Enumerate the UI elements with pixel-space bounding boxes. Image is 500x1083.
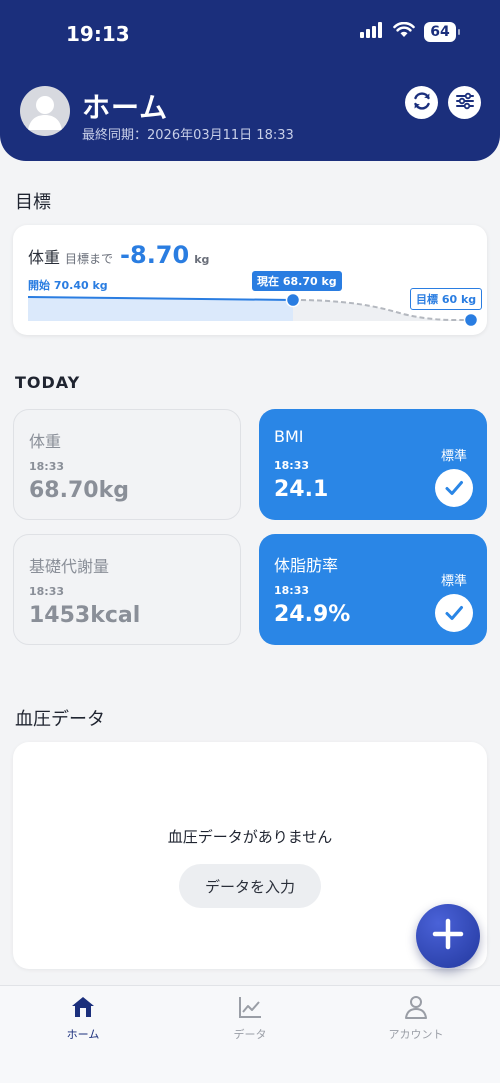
settings-button[interactable] xyxy=(448,86,481,119)
nav-item-account[interactable]: アカウント xyxy=(366,994,466,1042)
avatar[interactable] xyxy=(20,86,70,136)
status-time: 19:13 xyxy=(66,22,130,46)
goal-remaining-unit: kg xyxy=(194,253,210,266)
goal-label: 体重 xyxy=(28,248,61,267)
signal-icon xyxy=(360,22,384,42)
bmi-card[interactable]: BMI 18:33 24.1 標準 xyxy=(259,409,487,520)
check-icon xyxy=(435,594,473,632)
card-time: 18:33 xyxy=(274,459,310,472)
input-data-button[interactable]: データを入力 xyxy=(179,864,321,908)
header: 19:13 64 ホーム 最終同期：2026年03月11日 18:33 xyxy=(0,0,500,161)
nav-label: アカウント xyxy=(388,1028,444,1041)
target-point xyxy=(463,312,479,328)
sync-button[interactable] xyxy=(405,86,438,119)
empty-message: 血圧データがありません xyxy=(167,828,333,846)
card-label: 体脂肪率 xyxy=(274,556,339,575)
goal-target-tag: 目標 60 kg xyxy=(410,288,483,310)
current-point xyxy=(285,292,301,308)
check-icon xyxy=(435,469,473,507)
battery-icon: 64 xyxy=(424,22,460,42)
blood-pressure-section-title: 血圧データ xyxy=(15,709,105,730)
goal-heading: 体重 目標まで -8.70 kg xyxy=(28,241,209,269)
person-icon xyxy=(366,994,466,1020)
status-badge: 標準 xyxy=(440,574,467,589)
card-value: 1453kcal xyxy=(29,603,141,628)
nav-label: ホーム xyxy=(66,1028,100,1041)
goal-start-label: 開始 70.40 kg xyxy=(28,279,108,292)
today-section-title: TODAY xyxy=(15,373,81,392)
status-badge: 標準 xyxy=(440,449,467,464)
page-title: ホーム xyxy=(82,91,169,124)
chart-icon xyxy=(200,994,300,1020)
card-time: 18:33 xyxy=(29,460,65,473)
card-label: 基礎代謝量 xyxy=(29,557,110,576)
bottom-nav: ホーム データ アカウント xyxy=(0,985,500,1083)
card-time: 18:33 xyxy=(29,585,65,598)
wifi-icon xyxy=(393,21,415,42)
status-icons: 64 xyxy=(360,21,460,42)
goal-section-title: 目標 xyxy=(15,192,51,213)
plus-icon xyxy=(431,917,465,955)
goal-remaining-label: 目標まで xyxy=(65,252,114,266)
refresh-icon xyxy=(411,90,433,116)
add-button[interactable] xyxy=(416,904,480,968)
bmr-card[interactable]: 基礎代謝量 18:33 1453kcal xyxy=(13,534,241,645)
home-icon xyxy=(33,994,133,1020)
card-value: 24.1 xyxy=(274,477,329,502)
card-value: 68.70kg xyxy=(29,478,129,503)
progress-area xyxy=(28,297,293,321)
nav-item-home[interactable]: ホーム xyxy=(33,994,133,1042)
weight-card[interactable]: 体重 18:33 68.70kg xyxy=(13,409,241,520)
sliders-icon xyxy=(454,90,476,116)
goal-card[interactable]: 体重 目標まで -8.70 kg 開始 70.40 kg 現在 68.70 kg… xyxy=(13,225,487,335)
card-label: 体重 xyxy=(29,432,62,451)
body-fat-card[interactable]: 体脂肪率 18:33 24.9% 標準 xyxy=(259,534,487,645)
last-sync-text: 最終同期：2026年03月11日 18:33 xyxy=(82,128,294,143)
card-value: 24.9% xyxy=(274,602,351,627)
card-label: BMI xyxy=(274,427,304,446)
goal-remaining-value: -8.70 xyxy=(120,241,190,269)
nav-item-data[interactable]: データ xyxy=(200,994,300,1042)
nav-label: データ xyxy=(233,1028,267,1041)
goal-current-tag: 現在 68.70 kg xyxy=(252,271,342,291)
card-time: 18:33 xyxy=(274,584,310,597)
